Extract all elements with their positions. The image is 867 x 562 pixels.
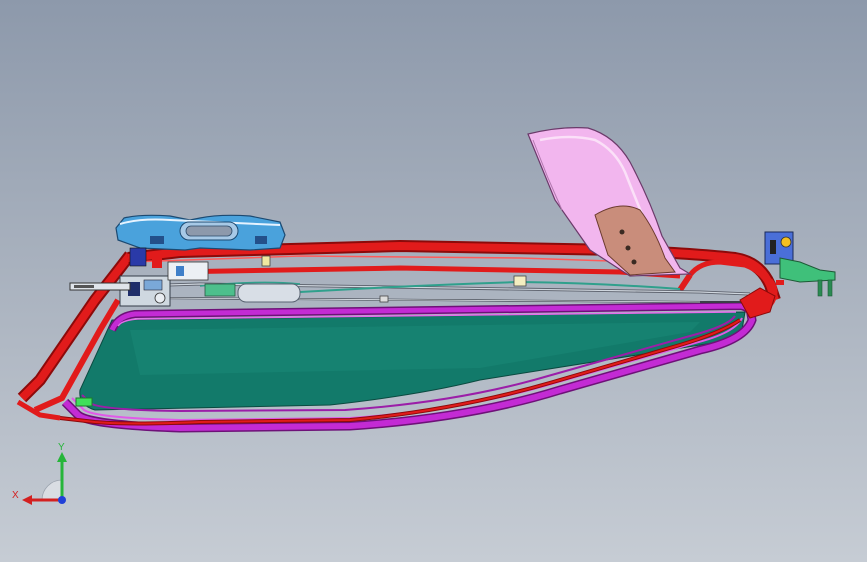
cad-viewport[interactable]: Y X xyxy=(0,0,867,562)
green-corner-block[interactable] xyxy=(75,397,93,407)
triad-x-label: X xyxy=(12,490,19,501)
triad-base-quadrant xyxy=(41,479,63,501)
rail-clip[interactable] xyxy=(379,295,389,303)
triad-z-axis xyxy=(58,496,66,504)
rail-clip[interactable] xyxy=(261,255,271,267)
motor-housing[interactable] xyxy=(115,214,286,251)
left-guide-rod-detail xyxy=(74,285,94,288)
motor-cover[interactable] xyxy=(237,283,301,303)
triad-y-arrow xyxy=(57,452,67,462)
view-orientation-triad[interactable]: Y X xyxy=(10,438,80,508)
rail-clip[interactable] xyxy=(513,275,527,287)
triad-x-arrow xyxy=(22,495,32,505)
cad-model-graphics[interactable] xyxy=(0,0,867,562)
mid-rail-assembly[interactable] xyxy=(69,280,751,303)
triad-y-label: Y xyxy=(58,442,65,453)
green-cable-box[interactable] xyxy=(204,283,236,297)
